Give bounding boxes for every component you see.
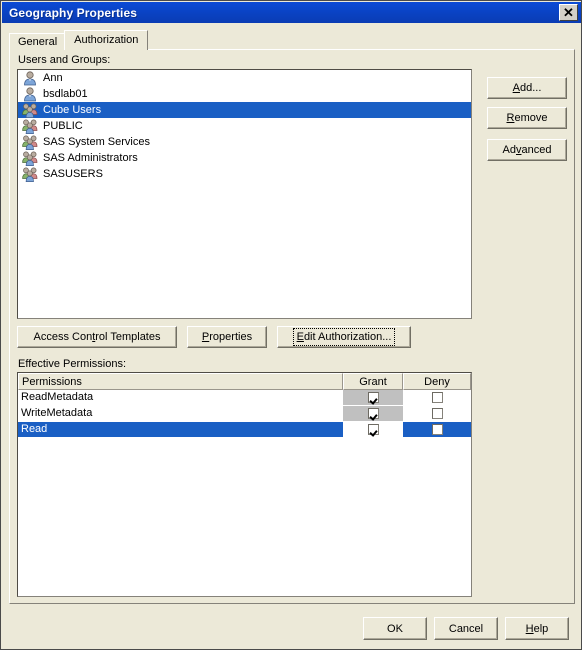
add-button-mnemonic: A: [512, 82, 520, 94]
grant-checkbox[interactable]: [367, 408, 379, 419]
deny-cell[interactable]: [403, 390, 471, 406]
grant-cell[interactable]: [343, 406, 403, 422]
ok-button[interactable]: OK: [363, 617, 427, 640]
remove-button-label: emove: [514, 112, 548, 124]
properties-mnemonic: P: [201, 331, 210, 343]
add-button[interactable]: Add...: [487, 77, 567, 99]
remove-button-mnemonic: R: [506, 112, 515, 124]
list-item[interactable]: SAS System Services: [18, 134, 471, 150]
list-item[interactable]: PUBLIC: [18, 118, 471, 134]
deny-checkbox[interactable]: [431, 424, 443, 435]
advanced-button-mnemonic: v: [515, 144, 522, 156]
list-item[interactable]: Ann: [18, 70, 471, 86]
close-button[interactable]: ✕: [559, 4, 578, 21]
column-header-deny[interactable]: Deny: [403, 373, 471, 390]
grant-checkbox[interactable]: [367, 392, 379, 403]
tab-general[interactable]: General: [9, 33, 67, 50]
tab-authorization-label: Authorization: [74, 34, 139, 46]
close-icon: ✕: [563, 5, 574, 20]
advanced-button-label-pre: Ad: [502, 144, 516, 156]
table-header-row: Permissions Grant Deny: [18, 373, 471, 390]
list-item-label: SAS Administrators: [43, 152, 138, 164]
list-item[interactable]: SAS Administrators: [18, 150, 471, 166]
list-item-label: Ann: [43, 72, 63, 84]
user-icon: [22, 70, 38, 86]
tab-authorization[interactable]: Authorization: [64, 30, 149, 50]
properties-button[interactable]: Properties: [187, 326, 267, 348]
remove-button[interactable]: Remove: [487, 107, 567, 129]
edit-auth-mnemonic: E: [296, 331, 304, 343]
permission-name: WriteMetadata: [18, 406, 343, 422]
title-bar: Geography Properties ✕: [2, 2, 581, 23]
user-icon: [22, 86, 38, 102]
permission-name: Read: [18, 422, 343, 438]
ok-button-label: OK: [387, 622, 403, 635]
group-icon: [22, 102, 38, 118]
list-item-label: SASUSERS: [43, 168, 103, 180]
list-item[interactable]: bsdlab01: [18, 86, 471, 102]
effective-permissions-table[interactable]: Permissions Grant Deny ReadMetadata Writ…: [17, 372, 472, 597]
group-icon: [22, 118, 38, 134]
window-title: Geography Properties: [9, 5, 138, 20]
help-button-label: elp: [533, 622, 549, 635]
group-icon: [22, 150, 38, 166]
advanced-button[interactable]: Advanced: [487, 139, 567, 161]
deny-checkbox[interactable]: [431, 392, 443, 403]
act-mnemonic: t: [92, 331, 96, 343]
group-icon: [22, 134, 38, 150]
list-item[interactable]: SASUSERS: [18, 166, 471, 182]
table-row[interactable]: ReadMetadata: [18, 390, 471, 406]
table-row[interactable]: Read: [18, 422, 471, 438]
help-button[interactable]: Help: [505, 617, 569, 640]
deny-checkbox[interactable]: [431, 408, 443, 419]
list-item[interactable]: Cube Users: [18, 102, 471, 118]
users-and-groups-list[interactable]: Ann bsdlab01 Cube Users PUBLIC SAS Syste…: [17, 69, 472, 319]
edit-authorization-button[interactable]: Edit Authorization...: [277, 326, 411, 348]
permission-name: ReadMetadata: [18, 390, 343, 406]
list-item-label: PUBLIC: [43, 120, 83, 132]
column-header-permissions[interactable]: Permissions: [18, 373, 343, 390]
grant-cell[interactable]: [343, 390, 403, 406]
list-item-label: bsdlab01: [43, 88, 88, 100]
group-icon: [22, 166, 38, 182]
cancel-button-label: Cancel: [448, 622, 484, 635]
deny-cell[interactable]: [403, 406, 471, 422]
users-and-groups-label: Users and Groups:: [18, 54, 111, 66]
advanced-button-label-post: anced: [521, 144, 552, 156]
cancel-button[interactable]: Cancel: [434, 617, 498, 640]
tab-general-label: General: [18, 36, 58, 48]
grant-cell[interactable]: [343, 422, 403, 438]
tab-strip: General Authorization: [9, 30, 149, 50]
deny-cell[interactable]: [403, 422, 471, 438]
access-control-templates-button[interactable]: Access Control Templates: [17, 326, 177, 348]
column-header-grant[interactable]: Grant: [343, 373, 403, 390]
grant-checkbox[interactable]: [367, 424, 379, 435]
list-item-label: Cube Users: [43, 104, 102, 116]
help-button-mnemonic: H: [525, 622, 534, 635]
table-row[interactable]: WriteMetadata: [18, 406, 471, 422]
properties-dialog: Geography Properties ✕ General Authoriza…: [0, 0, 582, 650]
list-item-label: SAS System Services: [43, 136, 150, 148]
add-button-label: dd...: [519, 82, 542, 94]
effective-permissions-label: Effective Permissions:: [18, 358, 127, 370]
